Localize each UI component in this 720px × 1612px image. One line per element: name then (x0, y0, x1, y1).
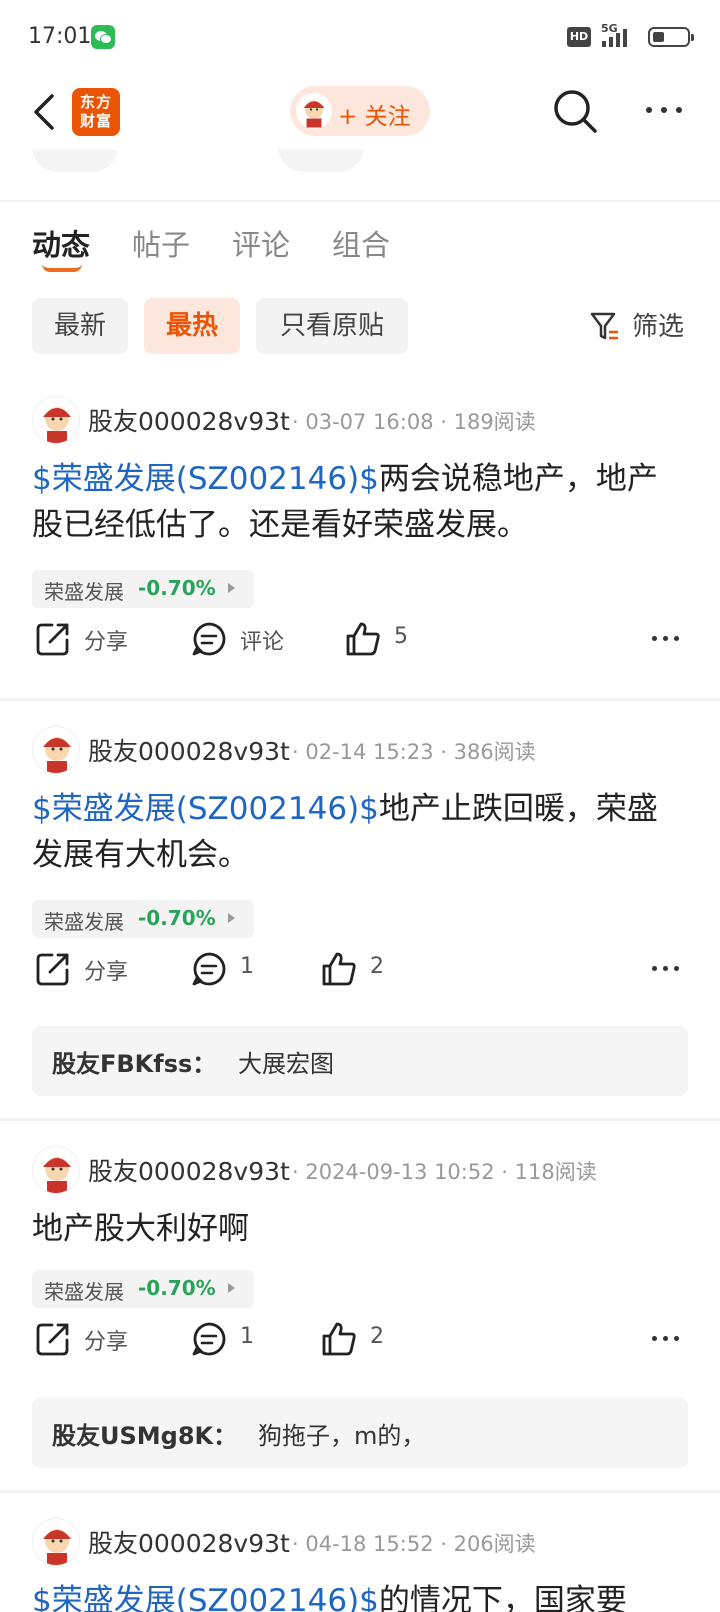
chip-original-only[interactable]: 只看原贴 (256, 298, 408, 354)
app-logo[interactable]: 东方 财富 (72, 88, 120, 136)
post-card[interactable]: 股友000028v93t · 04-18 15:52 · 206阅读 $荣盛发展… (0, 1516, 720, 1612)
comment-label[interactable]: 评论 (240, 624, 284, 656)
search-icon[interactable] (552, 88, 598, 134)
status-bar: 17:01 HD 5G (0, 0, 720, 74)
top-reply[interactable]: 股友FBKfss： 大展宏图 (32, 1026, 688, 1096)
divider (0, 1490, 720, 1493)
author-avatar[interactable] (32, 1146, 80, 1194)
share-icon[interactable] (34, 1320, 72, 1358)
post-meta: · 02-14 15:23 · 386阅读 (292, 740, 536, 764)
like-thumb-icon[interactable] (344, 620, 382, 658)
like-thumb-icon[interactable] (320, 950, 358, 988)
filter-label[interactable]: 筛选 (632, 306, 684, 343)
author-avatar[interactable] (32, 726, 80, 774)
user-avatar (296, 93, 332, 129)
signal-icon (602, 27, 638, 47)
post-content[interactable]: $荣盛发展(SZ002146)$地产止跌回暖，荣盛发展有大机会。 (32, 786, 682, 878)
status-time: 17:01 (28, 24, 92, 49)
reply-text: 大展宏图 (238, 1050, 334, 1078)
tag-arrow-icon (228, 583, 235, 593)
tag-arrow-icon (228, 913, 235, 923)
divider (0, 1118, 720, 1121)
post-more-icon[interactable] (652, 966, 682, 974)
post-meta: · 04-18 15:52 · 206阅读 (292, 1532, 536, 1556)
reply-username[interactable]: 股友USMg8K： (52, 1416, 237, 1451)
stock-tag[interactable]: 荣盛发展 -0.70% (32, 900, 254, 938)
tab-dynamic[interactable]: 动态 (32, 222, 90, 264)
tab-comments[interactable]: 评论 (232, 222, 290, 264)
share-label[interactable]: 分享 (84, 1324, 128, 1356)
comment-icon[interactable] (190, 1320, 228, 1358)
author-name[interactable]: 股友000028v93t (88, 1152, 290, 1188)
stock-link[interactable]: $荣盛发展(SZ002146)$ (32, 461, 379, 497)
stock-tag[interactable]: 荣盛发展 -0.70% (32, 570, 254, 608)
author-name[interactable]: 股友000028v93t (88, 1524, 290, 1560)
chip-hottest[interactable]: 最热 (144, 298, 240, 354)
share-icon[interactable] (34, 950, 72, 988)
comment-count[interactable]: 1 (240, 1324, 254, 1349)
more-options-icon[interactable] (644, 104, 684, 116)
content-tabs: 动态 帖子 评论 组合 (0, 222, 720, 282)
divider (0, 698, 720, 701)
share-label[interactable]: 分享 (84, 954, 128, 986)
tab-posts[interactable]: 帖子 (132, 222, 190, 264)
post-content[interactable]: 地产股大利好啊 (32, 1206, 682, 1252)
author-avatar[interactable] (32, 396, 80, 444)
follow-button[interactable]: + 关注 (290, 86, 430, 136)
comment-icon[interactable] (190, 620, 228, 658)
tab-portfolio[interactable]: 组合 (332, 222, 390, 264)
reply-text: 狗拖子，m的， (258, 1422, 426, 1450)
wechat-notification-icon (91, 25, 115, 49)
author-name[interactable]: 股友000028v93t (88, 732, 290, 768)
comment-icon[interactable] (190, 950, 228, 988)
hd-icon: HD (567, 27, 591, 47)
post-meta: · 2024-09-13 10:52 · 118阅读 (292, 1160, 597, 1184)
post-meta: · 03-07 16:08 · 189阅读 (292, 410, 536, 434)
chip-latest[interactable]: 最新 (32, 298, 128, 354)
battery-icon (648, 27, 694, 47)
stock-link[interactable]: $荣盛发展(SZ002146)$ (32, 1583, 379, 1612)
active-tab-indicator (42, 264, 82, 272)
stock-tag[interactable]: 荣盛发展 -0.70% (32, 1270, 254, 1308)
post-more-icon[interactable] (652, 636, 682, 644)
top-reply[interactable]: 股友USMg8K： 狗拖子，m的， (32, 1398, 688, 1468)
follow-label: + 关注 (338, 104, 411, 130)
comment-count[interactable]: 1 (240, 954, 254, 979)
reply-username[interactable]: 股友FBKfss： (52, 1044, 216, 1079)
post-content[interactable]: $荣盛发展(SZ002146)$两会说稳地产，地产股已经低估了。还是看好荣盛发展… (32, 456, 682, 548)
stock-link[interactable]: $荣盛发展(SZ002146)$ (32, 791, 379, 827)
filter-funnel-icon[interactable] (590, 310, 620, 342)
top-nav: 东方 财富 + 关注 (0, 74, 720, 150)
like-thumb-icon[interactable] (320, 1320, 358, 1358)
stat-pill (278, 150, 364, 172)
post-content[interactable]: $荣盛发展(SZ002146)$的情况下，国家要 (32, 1578, 682, 1612)
like-count: 2 (370, 1324, 384, 1349)
share-icon[interactable] (34, 620, 72, 658)
stat-pill (32, 150, 118, 172)
profile-stats-strip (0, 150, 720, 202)
author-avatar[interactable] (32, 1518, 80, 1566)
share-label[interactable]: 分享 (84, 624, 128, 656)
like-count: 2 (370, 954, 384, 979)
back-arrow-icon[interactable] (30, 92, 66, 132)
tag-arrow-icon (228, 1283, 235, 1293)
author-name[interactable]: 股友000028v93t (88, 402, 290, 438)
like-count: 5 (394, 624, 408, 649)
post-more-icon[interactable] (652, 1336, 682, 1344)
sort-filter-bar: 最新 最热 只看原贴 筛选 (0, 298, 720, 356)
